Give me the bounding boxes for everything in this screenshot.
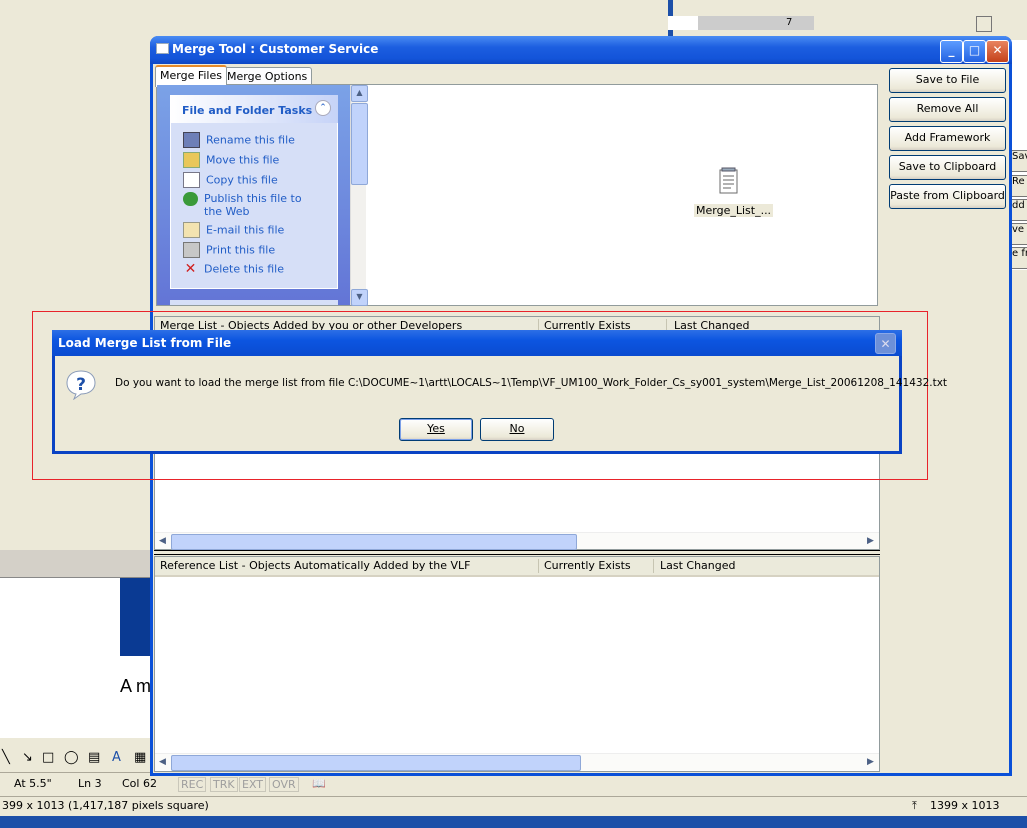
save-to-file-button[interactable]: Save to File [889,68,1006,93]
arrow-tool-icon[interactable]: ↘ [22,750,33,765]
text-file-icon[interactable] [718,167,740,195]
yes-label: Yes [427,422,445,435]
spelling-status-icon[interactable]: 📖 [312,777,326,790]
right-panel-button[interactable]: dd F [1011,199,1027,221]
rename-icon [183,132,200,148]
background-document-text: A m [120,676,152,696]
status-line: Ln 3 [78,777,102,790]
merge-list-hscrollbar[interactable]: ◀ ▶ [155,532,879,550]
globe-icon [183,192,198,206]
scroll-right-arrow-icon[interactable]: ▶ [863,755,878,769]
right-panel-button[interactable]: Sav [1011,150,1027,172]
no-label: No [509,422,525,435]
image-size-readout: 399 x 1013 (1,417,187 pixels square) [2,799,209,812]
drawing-toolbar: ╲ ↘ □ ◯ ▤ A ▦ [0,742,160,770]
copy-icon [183,172,200,188]
rectangle-tool-icon[interactable]: □ [42,750,54,765]
right-panel-button[interactable]: ve t [1011,223,1027,245]
wordart-tool-icon[interactable]: A [112,750,121,765]
scroll-right-arrow-icon[interactable]: ▶ [863,534,878,548]
tasks-lower-box [170,300,338,305]
ruler-margin [668,16,698,30]
status-trk[interactable]: TRK [210,777,238,792]
tab-merge-files[interactable]: Merge Files [155,65,227,87]
paste-from-clipboard-button[interactable]: Paste from Clipboard [889,184,1006,209]
status-ovr[interactable]: OVR [269,777,299,792]
oval-tool-icon[interactable]: ◯ [64,750,79,765]
scroll-up-arrow-icon[interactable]: ▲ [351,85,368,102]
status-at: At 5.5" [14,777,52,790]
column-separator[interactable] [538,559,539,573]
scroll-up-button[interactable] [976,16,992,32]
task-copy-file[interactable]: Copy this file [183,172,333,188]
column-header-currently-exists[interactable]: Currently Exists [544,559,631,572]
line-tool-icon[interactable]: ╲ [2,750,10,765]
explorer-vertical-scrollbar[interactable]: ▲ ▼ [350,85,368,306]
printer-icon [183,242,200,258]
question-icon: ? [66,370,96,400]
reference-list[interactable]: Reference List - Objects Automatically A… [154,556,880,772]
scroll-thumb[interactable] [351,103,368,185]
task-print-file[interactable]: Print this file [183,242,333,258]
textbox-tool-icon[interactable]: ▤ [88,750,100,765]
status-rec[interactable]: REC [178,777,207,792]
dialog-message: Do you want to load the merge list from … [115,377,948,389]
column-header-reference-list[interactable]: Reference List - Objects Automatically A… [160,559,470,572]
taskbar [0,816,1027,828]
task-move-file[interactable]: Move this file [183,152,333,168]
ruler-number: 7 [786,17,793,28]
list-splitter[interactable] [154,550,880,555]
scroll-thumb[interactable] [171,534,577,550]
delete-x-icon: ✕ [184,261,197,277]
collapse-chevron-icon[interactable]: ⌃ [315,100,331,116]
dialog-title: Load Merge List from File [58,336,232,350]
status-column: Col 62 [122,777,157,790]
scroll-down-arrow-icon[interactable]: ▼ [351,289,368,306]
tasks-title: File and Folder Tasks [182,104,313,117]
remove-all-button[interactable]: Remove All [889,97,1006,122]
task-rename-file[interactable]: Rename this file [183,132,333,148]
app-icon [156,43,169,54]
close-button[interactable]: ✕ [986,40,1009,63]
column-header-last-changed[interactable]: Last Changed [660,559,736,572]
image-dimensions: 1399 x 1013 [930,799,1000,812]
right-panel-button[interactable]: e fr [1011,247,1027,269]
scroll-thumb[interactable] [171,755,581,771]
no-button[interactable]: No [480,418,554,441]
maximize-button[interactable]: □ [963,40,986,63]
scroll-left-arrow-icon[interactable]: ◀ [155,755,170,769]
window-title: Merge Tool : Customer Service [172,42,379,56]
background-divider [0,550,160,578]
file-name-label[interactable]: Merge_List_... [694,204,774,217]
resize-icon: ⤒ [912,799,917,812]
dialog-close-button[interactable]: ✕ [875,333,896,354]
scroll-left-arrow-icon[interactable]: ◀ [155,534,170,548]
save-to-clipboard-button[interactable]: Save to Clipboard [889,155,1006,180]
task-email-file[interactable]: E-mail this file [183,222,333,238]
image-status-bar: 399 x 1013 (1,417,187 pixels square) ⤒ 1… [0,796,1027,816]
minimize-button[interactable]: _ [940,40,963,63]
email-icon [183,222,200,238]
right-panel-button[interactable]: Re [1011,175,1027,197]
reference-list-header: Reference List - Objects Automatically A… [155,557,879,577]
status-ext[interactable]: EXT [239,777,267,792]
task-delete-file[interactable]: ✕ Delete this file [183,262,333,276]
yes-button[interactable]: Yes [399,418,473,441]
svg-text:?: ? [76,375,86,395]
reference-list-hscrollbar[interactable]: ◀ ▶ [155,753,879,771]
column-separator[interactable] [653,559,654,573]
diagram-tool-icon[interactable]: ▦ [134,750,146,765]
add-framework-button[interactable]: Add Framework [889,126,1006,151]
move-icon [183,152,200,168]
task-publish-file[interactable]: Publish this file to the Web [183,192,333,218]
